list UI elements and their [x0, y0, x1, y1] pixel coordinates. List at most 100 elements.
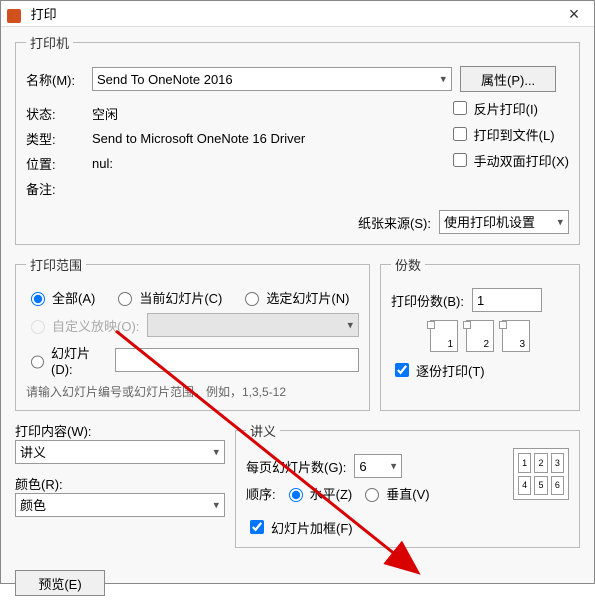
reverse-print-input[interactable] — [453, 101, 467, 115]
range-selection-label: 选定幻灯片(N) — [266, 288, 349, 307]
layout-cell: 5 — [534, 476, 547, 496]
per-page-select[interactable]: 6 — [354, 454, 402, 478]
range-current-radio[interactable]: 当前幻灯片(C) — [113, 288, 222, 307]
printer-info: 状态:空闲 类型:Send to Microsoft OneNote 16 Dr… — [26, 98, 569, 204]
copies-count-label: 打印份数(B): — [391, 291, 464, 310]
order-vertical-radio[interactable]: 垂直(V) — [360, 484, 429, 503]
preview-button[interactable]: 预览(E) — [15, 570, 105, 596]
range-custom-radio: 自定义放映(O): — [26, 316, 139, 335]
paper-source-row: 纸张来源(S): 使用打印机设置 — [26, 210, 569, 234]
range-copies-row: 打印范围 全部(A) 当前幻灯片(C) 选定幻灯片(N) 自定义放映(O): 幻… — [15, 255, 580, 421]
order-vertical-input[interactable] — [365, 488, 379, 502]
printer-info-right: 反片打印(I) 打印到文件(L) 手动双面打印(X) — [449, 98, 569, 204]
copies-count-row: 打印份数(B): — [391, 288, 569, 312]
order-horizontal-input[interactable] — [289, 488, 303, 502]
per-page-combo[interactable]: 6 — [354, 454, 402, 478]
printer-legend: 打印机 — [26, 33, 73, 52]
manual-duplex-label: 手动双面打印(X) — [474, 151, 569, 170]
range-current-input[interactable] — [118, 292, 132, 306]
copies-count-input[interactable] — [472, 288, 542, 312]
print-dialog: 打印 × 打印机 名称(M): Send To OneNote 2016 属性(… — [0, 0, 595, 584]
close-button[interactable]: × — [554, 1, 594, 27]
range-custom-label: 自定义放映(O): — [52, 316, 139, 335]
range-slides-input[interactable] — [31, 355, 44, 369]
collate-check[interactable]: 逐份打印(T) — [391, 360, 569, 380]
range-all-label: 全部(A) — [52, 288, 95, 307]
manual-duplex-input[interactable] — [453, 153, 467, 167]
status-value: 空闲 — [92, 104, 118, 123]
dialog-content: 打印机 名称(M): Send To OneNote 2016 属性(P)...… — [1, 27, 594, 564]
where-value: nul: — [92, 156, 113, 171]
handout-group: 讲义 每页幻灯片数(G): 6 顺序: 水平(Z) 垂直(V) — [235, 421, 580, 548]
reverse-print-check[interactable]: 反片打印(I) — [449, 98, 569, 118]
layout-cell: 6 — [551, 476, 564, 496]
page-icon — [502, 320, 530, 352]
dialog-title: 打印 — [31, 7, 57, 22]
page-icon — [466, 320, 494, 352]
paper-source-select[interactable]: 使用打印机设置 — [439, 210, 569, 234]
printer-name-select[interactable]: Send To OneNote 2016 — [92, 67, 452, 91]
printer-name-combo[interactable]: Send To OneNote 2016 — [92, 67, 452, 91]
copies-legend: 份数 — [391, 255, 425, 274]
print-to-file-input[interactable] — [453, 127, 467, 141]
layout-cell: 2 — [534, 453, 547, 473]
range-hint: 请输入幻灯片编号或幻灯片范围。例如，1,3,5-12 — [26, 383, 359, 400]
order-label: 顺序: — [246, 484, 276, 503]
range-slides-label: 幻灯片(D): — [51, 343, 107, 377]
per-page-label: 每页幻灯片数(G): — [246, 457, 346, 476]
content-handout-row: 打印内容(W): 讲义 颜色(R): 颜色 讲义 每页幻灯片数(G): — [15, 421, 580, 558]
range-legend: 打印范围 — [26, 255, 86, 274]
frame-slides-check[interactable]: 幻灯片加框(F) — [246, 517, 569, 537]
print-to-file-check[interactable]: 打印到文件(L) — [449, 124, 569, 144]
order-horizontal-radio[interactable]: 水平(Z) — [284, 484, 353, 503]
comment-label: 备注: — [26, 179, 84, 198]
order-vertical-label: 垂直(V) — [386, 484, 429, 503]
printer-name-row: 名称(M): Send To OneNote 2016 属性(P)... — [26, 66, 569, 92]
layout-cell: 1 — [518, 453, 531, 473]
range-slides-radio[interactable]: 幻灯片(D): — [26, 343, 107, 377]
handout-layout-preview: 1 2 3 4 5 6 — [513, 448, 569, 500]
per-page-row: 每页幻灯片数(G): 6 — [246, 454, 503, 478]
handout-legend: 讲义 — [246, 421, 280, 440]
order-horizontal-label: 水平(Z) — [310, 484, 353, 503]
collate-icons — [391, 320, 569, 352]
range-custom-row: 自定义放映(O): — [26, 313, 359, 337]
frame-slides-input[interactable] — [250, 520, 264, 534]
collate-input[interactable] — [395, 363, 409, 377]
slides-input[interactable] — [115, 348, 359, 372]
color-combo[interactable]: 颜色 — [15, 493, 225, 517]
frame-slides-label: 幻灯片加框(F) — [271, 518, 353, 537]
app-icon — [7, 9, 21, 23]
range-all-input[interactable] — [31, 292, 45, 306]
type-value: Send to Microsoft OneNote 16 Driver — [92, 131, 305, 146]
range-all-radio[interactable]: 全部(A) — [26, 288, 95, 307]
order-row: 顺序: 水平(Z) 垂直(V) — [246, 484, 503, 503]
title-wrap: 打印 — [7, 4, 57, 23]
printer-group: 打印机 名称(M): Send To OneNote 2016 属性(P)...… — [15, 33, 580, 245]
where-label: 位置: — [26, 154, 84, 173]
type-label: 类型: — [26, 129, 84, 148]
paper-source-combo[interactable]: 使用打印机设置 — [439, 210, 569, 234]
range-radios-top: 全部(A) 当前幻灯片(C) 选定幻灯片(N) — [26, 288, 359, 307]
print-range-group: 打印范围 全部(A) 当前幻灯片(C) 选定幻灯片(N) 自定义放映(O): 幻… — [15, 255, 370, 411]
print-content-select[interactable]: 讲义 — [15, 440, 225, 464]
range-selection-radio[interactable]: 选定幻灯片(N) — [240, 288, 349, 307]
range-slides-row: 幻灯片(D): — [26, 343, 359, 377]
properties-button[interactable]: 属性(P)... — [460, 66, 556, 92]
color-select[interactable]: 颜色 — [15, 493, 225, 517]
manual-duplex-check[interactable]: 手动双面打印(X) — [449, 150, 569, 170]
color-label: 颜色(R): — [15, 474, 225, 493]
paper-source-label: 纸张来源(S): — [358, 213, 431, 232]
bottom-button-row: 预览(E) — [1, 564, 594, 602]
range-selection-input[interactable] — [245, 292, 259, 306]
print-to-file-label: 打印到文件(L) — [474, 125, 555, 144]
titlebar: 打印 × — [1, 1, 594, 27]
printer-info-left: 状态:空闲 类型:Send to Microsoft OneNote 16 Dr… — [26, 98, 421, 204]
range-custom-input — [31, 320, 45, 334]
print-content-label: 打印内容(W): — [15, 421, 225, 440]
page-icon — [430, 320, 458, 352]
print-content-combo[interactable]: 讲义 — [15, 440, 225, 464]
printer-name-label: 名称(M): — [26, 70, 84, 89]
layout-cell: 4 — [518, 476, 531, 496]
collate-label: 逐份打印(T) — [416, 361, 485, 380]
